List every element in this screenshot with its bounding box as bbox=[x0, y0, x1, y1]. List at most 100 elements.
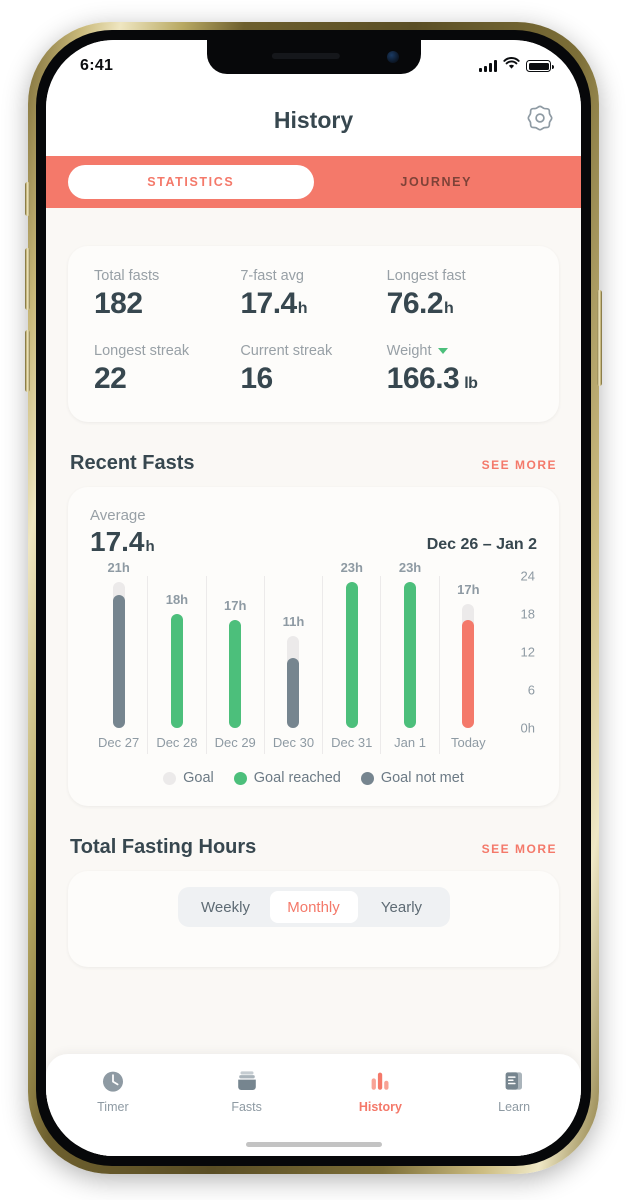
period-tab-monthly[interactable]: Monthly bbox=[269, 891, 358, 923]
stat-value: 182 bbox=[94, 287, 143, 320]
stat-label: 7-fast avg bbox=[240, 268, 304, 284]
stat-value: 22 bbox=[94, 362, 127, 395]
stat-value: 16 bbox=[240, 362, 273, 395]
chart-y-tick-label: 24 bbox=[520, 568, 535, 584]
stat-value: 166.3 bbox=[386, 362, 460, 395]
stat-unit: h bbox=[444, 300, 454, 317]
plate-icon bbox=[234, 1068, 260, 1094]
battery-full-icon bbox=[526, 60, 554, 72]
status-indicators bbox=[479, 57, 554, 75]
chart-bar-fill-segment bbox=[229, 620, 242, 728]
chart-column[interactable]: 21h Dec 27 bbox=[90, 560, 147, 754]
nav-tab-learn[interactable]: Learn bbox=[447, 1068, 581, 1114]
nav-tab-label: History bbox=[358, 1100, 402, 1114]
status-time: 6:41 bbox=[80, 57, 114, 74]
power-button[interactable] bbox=[597, 290, 602, 386]
clock-icon bbox=[100, 1068, 126, 1094]
chart-bar-area: 11h bbox=[265, 576, 322, 728]
chart-bar-fill-segment bbox=[170, 614, 183, 728]
statistics-journey-tabs: STATISTICS JOURNEY bbox=[46, 156, 581, 208]
nav-tab-timer[interactable]: Timer bbox=[46, 1068, 180, 1114]
stat-label: Total fasts bbox=[94, 268, 160, 284]
silent-switch[interactable] bbox=[25, 182, 30, 216]
recent-fasts-average: Average 17.4 h bbox=[90, 507, 155, 558]
chart-bar-area: 21h bbox=[90, 560, 147, 728]
stat-label-weight[interactable]: Weight bbox=[387, 343, 533, 359]
chart-bar-value-label: 21h bbox=[107, 560, 130, 575]
average-unit: h bbox=[145, 538, 155, 555]
front-camera bbox=[386, 51, 399, 63]
settings-button[interactable] bbox=[523, 103, 557, 137]
chart-bar-area: 23h bbox=[381, 560, 438, 728]
chart-legend: Goal Goal reached Goal not met bbox=[90, 770, 537, 790]
chart-x-tick-label: Dec 28 bbox=[156, 735, 198, 750]
stat-value-wrap: 17.4 h bbox=[240, 287, 386, 321]
nav-tab-label: Learn bbox=[498, 1100, 531, 1114]
recent-fasts-see-more-link[interactable]: SEE MORE bbox=[482, 458, 557, 472]
tab-journey[interactable]: JOURNEY bbox=[314, 165, 560, 199]
legend-swatch-goal-not-met bbox=[360, 771, 374, 785]
chart-column[interactable]: 17h Today bbox=[438, 576, 497, 754]
stat-value-wrap: 22 bbox=[94, 362, 240, 396]
nav-tab-fasts[interactable]: Fasts bbox=[180, 1068, 314, 1114]
legend-label: Goal not met bbox=[380, 770, 464, 786]
gear-icon bbox=[525, 103, 555, 138]
chart-x-tick-label: Dec 29 bbox=[214, 735, 256, 750]
stat-value-wrap: 76.2 h bbox=[387, 287, 533, 321]
chart-y-tick-label: 6 bbox=[527, 682, 535, 698]
period-tab-weekly[interactable]: Weekly bbox=[182, 891, 270, 923]
chart-x-tick-label: Dec 27 bbox=[98, 735, 140, 750]
section-title-recent-fasts: Recent Fasts bbox=[70, 452, 195, 474]
period-segmented-control: Weekly Monthly Yearly bbox=[177, 887, 450, 927]
stat-value: 76.2 bbox=[386, 287, 444, 320]
chart-bar-value-label: 18h bbox=[165, 592, 189, 607]
chart-bar-area: 18h bbox=[148, 576, 205, 728]
legend-swatch-goal-reached bbox=[233, 771, 247, 785]
chart-bar-area: 17h bbox=[440, 576, 497, 728]
tab-statistics[interactable]: STATISTICS bbox=[68, 165, 314, 199]
stat-weight[interactable]: Weight 166.3 lb bbox=[387, 343, 533, 396]
recent-fasts-header: Recent Fasts SEE MORE bbox=[70, 452, 557, 475]
chart-bar-fill-segment bbox=[462, 620, 475, 728]
total-fasting-hours-header: Total Fasting Hours SEE MORE bbox=[70, 836, 557, 859]
total-fasting-hours-see-more-link[interactable]: SEE MORE bbox=[482, 842, 557, 856]
chevron-down-icon[interactable] bbox=[437, 348, 448, 354]
stat-value: 17.4 bbox=[240, 287, 297, 320]
stat-label: Longest streak bbox=[94, 343, 190, 359]
date-range-label: Dec 26 – Jan 2 bbox=[426, 536, 537, 553]
stat-current-streak: Current streak 16 bbox=[240, 343, 386, 396]
nav-tab-history[interactable]: History bbox=[314, 1068, 448, 1114]
legend-item-goal-reached: Goal reached bbox=[233, 770, 341, 786]
chart-bar-value-label: 17h bbox=[224, 598, 247, 613]
home-indicator[interactable] bbox=[245, 1142, 382, 1147]
volume-up-button[interactable] bbox=[25, 248, 30, 310]
document-icon bbox=[501, 1068, 527, 1094]
chart-column[interactable]: 23h Jan 1 bbox=[380, 560, 438, 754]
stat-label: Longest fast bbox=[386, 268, 466, 284]
volume-down-button[interactable] bbox=[25, 330, 30, 392]
stat-value-wrap: 166.3 lb bbox=[387, 362, 533, 396]
chart-column[interactable]: 23h Dec 31 bbox=[322, 560, 380, 754]
chart-y-axis: 24 18 12 6 0h bbox=[497, 569, 537, 736]
stat-unit: h bbox=[297, 300, 308, 317]
chart-bar-value-label: 11h bbox=[282, 614, 305, 629]
statistics-summary-card: Total fasts 182 7-fast avg 17.4 h Longes… bbox=[68, 246, 559, 422]
stat-7-fast-avg: 7-fast avg 17.4 h bbox=[240, 268, 386, 321]
chart-bar-value-label: 23h bbox=[398, 560, 422, 575]
screenshot-stage: 6:41 History STATISTICS JOURNEY Total fa… bbox=[0, 0, 627, 1200]
chart-column[interactable]: 17h Dec 29 bbox=[205, 576, 264, 754]
total-fasting-hours-card: Weekly Monthly Yearly bbox=[68, 871, 559, 967]
average-label: Average bbox=[90, 507, 146, 524]
scroll-content[interactable]: Total fasts 182 7-fast avg 17.4 h Longes… bbox=[46, 208, 581, 1156]
bottom-navigation-bar: Timer Fasts History Learn bbox=[46, 1054, 581, 1156]
phone-screen: 6:41 History STATISTICS JOURNEY Total fa… bbox=[46, 40, 581, 1156]
chart-column[interactable]: 18h Dec 28 bbox=[147, 576, 205, 754]
stat-longest-streak: Longest streak 22 bbox=[94, 343, 240, 396]
chart-y-tick-label: 0h bbox=[520, 720, 535, 736]
bar-chart-icon bbox=[367, 1068, 393, 1094]
chart-column[interactable]: 11h Dec 30 bbox=[263, 576, 322, 754]
period-tab-yearly[interactable]: Yearly bbox=[358, 891, 446, 923]
chart-bar-fill-segment bbox=[112, 595, 125, 728]
stats-row-1: Total fasts 182 7-fast avg 17.4 h Longes… bbox=[94, 268, 533, 321]
stat-longest-fast: Longest fast 76.2 h bbox=[387, 268, 533, 321]
